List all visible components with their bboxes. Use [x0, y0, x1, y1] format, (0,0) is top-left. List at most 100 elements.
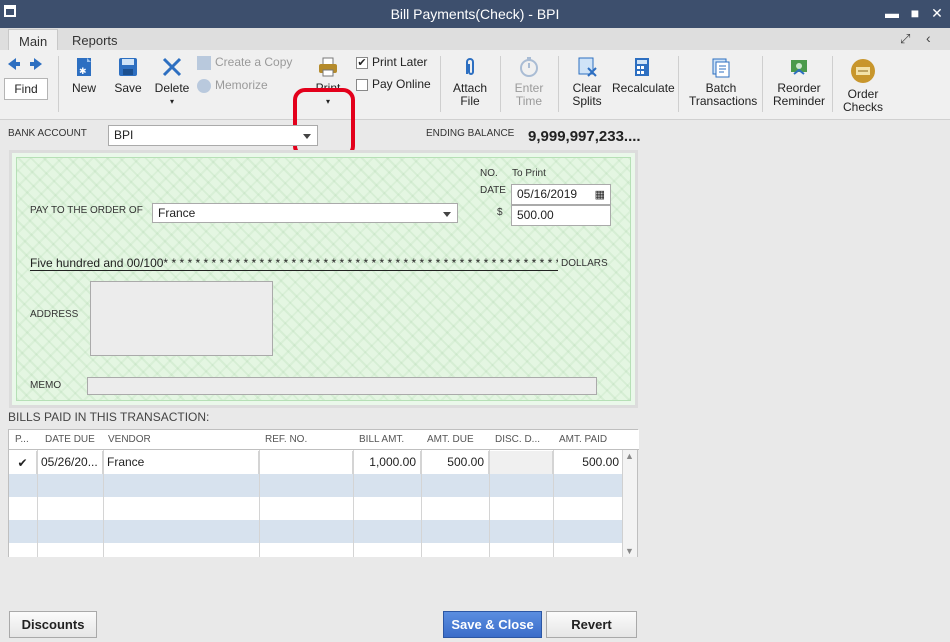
memo-label: MEMO — [30, 380, 62, 391]
memorize-icon — [197, 79, 211, 93]
date-label: DATE — [480, 185, 506, 196]
cell-amt-due: 500.00 — [421, 451, 489, 474]
address-field[interactable] — [90, 281, 273, 356]
copy-icon — [197, 56, 211, 70]
close-button[interactable]: ✕ — [929, 5, 945, 21]
save-disk-icon — [119, 58, 137, 76]
stopwatch-icon — [520, 57, 538, 77]
bank-account-select[interactable]: BPI — [108, 125, 318, 146]
scroll-down-icon[interactable]: ▼ — [625, 546, 634, 556]
memo-field[interactable] — [87, 377, 597, 395]
table-row[interactable] — [9, 520, 623, 543]
calendar-icon[interactable]: ▦ — [595, 188, 605, 201]
bills-table: P... DATE DUE VENDOR REF. NO. BILL AMT. … — [8, 429, 639, 557]
revert-button[interactable]: Revert — [546, 611, 637, 638]
tab-main[interactable]: Main — [8, 29, 59, 50]
ending-balance-label: ENDING BALANCE — [426, 128, 515, 139]
column-divider — [421, 450, 422, 557]
tab-reports[interactable]: Reports — [62, 29, 128, 50]
reorder-label-2: Reminder — [772, 94, 826, 108]
column-header-date-due[interactable]: DATE DUE — [45, 434, 95, 445]
save-label: Save — [114, 81, 142, 95]
column-header-paid[interactable]: P... — [15, 434, 29, 445]
collapse-ribbon-icon[interactable]: ‹ — [926, 30, 931, 46]
column-header-vendor[interactable]: VENDOR — [108, 434, 151, 445]
expand-icon[interactable]: ⤢ — [900, 31, 910, 47]
printer-icon — [319, 57, 337, 77]
print-later-checkbox[interactable]: ✔ Print Later — [356, 56, 427, 69]
column-divider — [103, 450, 104, 557]
paid-check-icon[interactable]: ✔ — [9, 451, 37, 474]
scroll-up-icon[interactable]: ▲ — [625, 451, 634, 461]
clear-splits-icon — [578, 57, 597, 77]
table-row[interactable]: ✔ 05/26/20... France 1,000.00 500.00 500… — [9, 451, 623, 474]
table-row[interactable] — [9, 497, 623, 520]
svg-text:✱: ✱ — [79, 66, 87, 76]
attach-file-button[interactable]: Attach File — [452, 56, 488, 108]
column-header-amt-due[interactable]: AMT. DUE — [427, 434, 474, 445]
separator — [832, 56, 833, 112]
pay-online-checkbox[interactable]: Pay Online — [356, 78, 431, 91]
column-header-disc-date[interactable]: DISC. D... — [495, 434, 540, 445]
clear-splits-button[interactable]: Clear Splits — [570, 56, 604, 108]
cell-amt-paid[interactable]: 500.00 — [553, 451, 623, 474]
column-divider — [553, 450, 554, 557]
separator — [678, 56, 679, 112]
amount-field[interactable]: 500.00 — [511, 205, 611, 226]
check-number-value[interactable]: To Print — [512, 168, 546, 179]
vertical-scrollbar[interactable]: ▲ ▼ — [622, 450, 637, 557]
save-button[interactable]: Save — [112, 56, 144, 95]
window-title: Bill Payments(Check) - BPI — [390, 6, 560, 22]
reorder-reminder-button[interactable]: Reorder Reminder — [772, 56, 826, 108]
delete-button[interactable]: Delete ▾ — [154, 56, 190, 108]
order-checks-icon — [851, 59, 875, 83]
bank-account-label: BANK ACCOUNT — [8, 128, 87, 139]
enter-time-label-1: Enter — [514, 81, 544, 95]
pay-to-label: PAY TO THE ORDER OF — [30, 205, 143, 216]
print-highlight-annotation — [293, 88, 355, 158]
order-checks-label-2: Checks — [842, 100, 883, 114]
date-field[interactable]: 05/16/2019 ▦ — [511, 184, 611, 205]
save-close-button[interactable]: Save & Close — [443, 611, 542, 638]
enter-time-label-2: Time — [515, 94, 543, 108]
payee-select[interactable]: France — [152, 203, 458, 223]
title-bar: Bill Payments(Check) - BPI ▬ ■ ✕ — [0, 0, 950, 28]
chevron-down-icon — [443, 212, 451, 217]
cell-ref-no — [259, 451, 353, 474]
new-button[interactable]: ✱ New — [70, 56, 98, 95]
address-label: ADDRESS — [30, 309, 79, 320]
recalculate-button[interactable]: Recalculate — [612, 56, 675, 95]
calculator-icon — [635, 58, 649, 76]
column-header-bill-amt[interactable]: BILL AMT. — [359, 434, 404, 445]
discounts-button[interactable]: Discounts — [9, 611, 97, 638]
find-button[interactable]: Find — [4, 78, 48, 100]
attach-label-1: Attach — [452, 81, 488, 95]
column-divider — [37, 450, 38, 557]
table-row[interactable] — [9, 543, 623, 557]
memorize-button[interactable]: Memorize — [197, 79, 268, 93]
payee-value: France — [158, 206, 196, 220]
memorize-label: Memorize — [215, 78, 268, 93]
batch-transactions-button[interactable]: Batch Transactions — [689, 56, 757, 108]
check-number-label: NO. — [480, 168, 498, 179]
minimize-button[interactable]: ▬ — [884, 5, 900, 21]
table-row[interactable] — [9, 474, 623, 497]
maximize-button[interactable]: ■ — [907, 5, 923, 21]
dollar-sign-label: $ — [497, 207, 503, 218]
dollars-label: DOLLARS — [561, 258, 608, 269]
separator — [500, 56, 501, 112]
date-value: 05/16/2019 — [517, 187, 578, 201]
order-checks-button[interactable]: Order Checks — [842, 58, 884, 114]
clear-splits-label-2: Splits — [572, 94, 602, 108]
nav-arrows — [6, 56, 44, 75]
enter-time-button[interactable]: Enter Time — [512, 56, 546, 108]
column-header-ref-no[interactable]: REF. NO. — [265, 434, 307, 445]
ribbon-tabs: Main Reports ⤢ ‹ — [0, 28, 950, 50]
create-copy-button[interactable]: Create a Copy — [197, 56, 292, 70]
batch-icon — [712, 58, 730, 78]
paperclip-icon — [466, 58, 474, 75]
prev-next-icon[interactable] — [6, 56, 44, 72]
column-header-amt-paid[interactable]: AMT. PAID — [559, 434, 607, 445]
toolbar: Find ✱ New Save Delete ▾ Create a Copy M… — [0, 50, 950, 158]
column-divider — [353, 450, 354, 557]
